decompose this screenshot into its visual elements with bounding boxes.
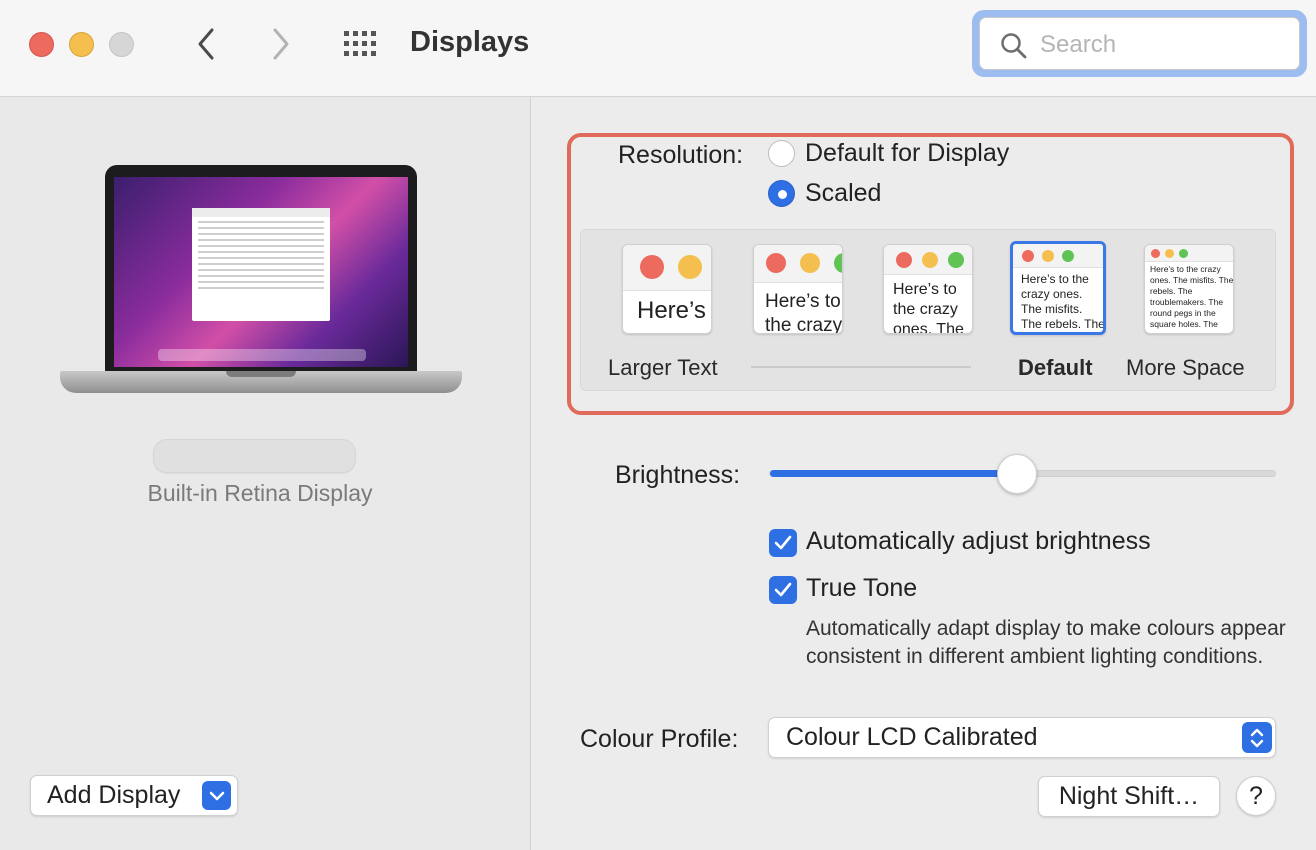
scale-preview-text: Here’s to the crazy ones. The misfits. T… — [1150, 264, 1234, 332]
grid-icon — [344, 31, 376, 56]
larger-text-caption: Larger Text — [608, 355, 718, 380]
help-button[interactable]: ? — [1236, 776, 1276, 816]
scale-option-default[interactable]: Here’s to the crazy ones. The misfits. T… — [1010, 241, 1106, 335]
back-button[interactable] — [186, 24, 226, 64]
auto-brightness-label[interactable]: Automatically adjust brightness — [806, 527, 1151, 556]
window-title: Displays — [410, 26, 530, 58]
search-icon — [1001, 33, 1027, 59]
laptop-dock — [158, 349, 366, 361]
true-tone-checkbox[interactable] — [769, 576, 797, 604]
chevron-right-icon — [273, 28, 289, 60]
forward-button[interactable] — [261, 24, 301, 64]
scale-options-panel: Here’s Here’s to the crazy ones. The mis… — [580, 229, 1276, 391]
scale-option-larger-text[interactable]: Here’s — [622, 244, 712, 334]
laptop-screen-frame — [105, 165, 417, 371]
display-settings-panel: Resolution: Default for Display Scaled H… — [532, 97, 1316, 850]
add-display-label: Add Display — [47, 781, 181, 809]
radio-scaled[interactable] — [768, 180, 795, 207]
display-name-pill[interactable] — [153, 439, 356, 473]
minimize-window-button[interactable] — [69, 32, 94, 57]
brightness-slider-fill — [770, 470, 1018, 477]
auto-brightness-checkbox[interactable] — [769, 529, 797, 557]
checkmark-icon — [774, 535, 792, 550]
more-space-caption: More Space — [1126, 355, 1245, 380]
display-caption: Built-in Retina Display — [147, 480, 373, 506]
true-tone-label[interactable]: True Tone — [806, 574, 917, 603]
default-caption: Default — [1018, 355, 1093, 380]
laptop-notch — [226, 371, 296, 377]
brightness-slider-knob[interactable] — [997, 454, 1037, 494]
resolution-label: Resolution: — [618, 141, 744, 169]
display-sidebar: Built-in Retina Display Add Display — [0, 97, 531, 850]
title-bar: Displays — [0, 0, 1316, 97]
scale-divider-line — [751, 366, 971, 368]
up-down-chevron-icon — [1250, 728, 1264, 747]
checkmark-icon — [774, 582, 792, 597]
chevron-left-icon — [198, 28, 214, 60]
scale-option-more-space[interactable]: Here’s to the crazy ones. The misfits. T… — [1144, 244, 1234, 334]
scale-preview-text: Here’s to the crazy ones. The misfits. T… — [893, 281, 964, 334]
dropdown-chevron[interactable] — [202, 781, 231, 810]
zoom-window-button[interactable] — [109, 32, 134, 57]
scale-option-3[interactable]: Here’s to the crazy ones. The misfits. T… — [883, 244, 973, 334]
radio-default-for-display[interactable] — [768, 140, 795, 167]
search-field[interactable] — [979, 17, 1300, 70]
true-tone-description: Automatically adapt display to make colo… — [806, 617, 1286, 668]
display-arrangement-image — [60, 165, 462, 407]
default-for-display-label[interactable]: Default for Display — [805, 139, 1009, 168]
scale-preview-text: Here’s to the crazy ones. The misfits. T… — [765, 291, 843, 334]
scaled-label[interactable]: Scaled — [805, 179, 881, 208]
search-input[interactable] — [1040, 28, 1280, 62]
chevron-down-icon — [209, 791, 224, 800]
colour-profile-select[interactable]: Colour LCD Calibrated — [768, 717, 1276, 758]
scale-preview-text: Here’s to the crazy ones. The misfits. T… — [1021, 272, 1105, 331]
laptop-mini-window — [192, 208, 330, 321]
close-window-button[interactable] — [29, 32, 54, 57]
add-display-button[interactable]: Add Display — [30, 775, 238, 816]
select-stepper[interactable] — [1242, 722, 1272, 753]
search-field-focus-ring — [972, 10, 1307, 77]
show-all-button[interactable] — [340, 25, 382, 63]
scale-preview-text: Here’s — [637, 297, 706, 324]
laptop-screen-wallpaper — [114, 177, 408, 367]
colour-profile-label: Colour Profile: — [580, 725, 739, 753]
colour-profile-value: Colour LCD Calibrated — [786, 723, 1038, 751]
night-shift-button[interactable]: Night Shift… — [1038, 776, 1220, 817]
scale-option-2[interactable]: Here’s to the crazy ones. The misfits. T… — [753, 244, 843, 334]
brightness-label: Brightness: — [615, 461, 741, 489]
